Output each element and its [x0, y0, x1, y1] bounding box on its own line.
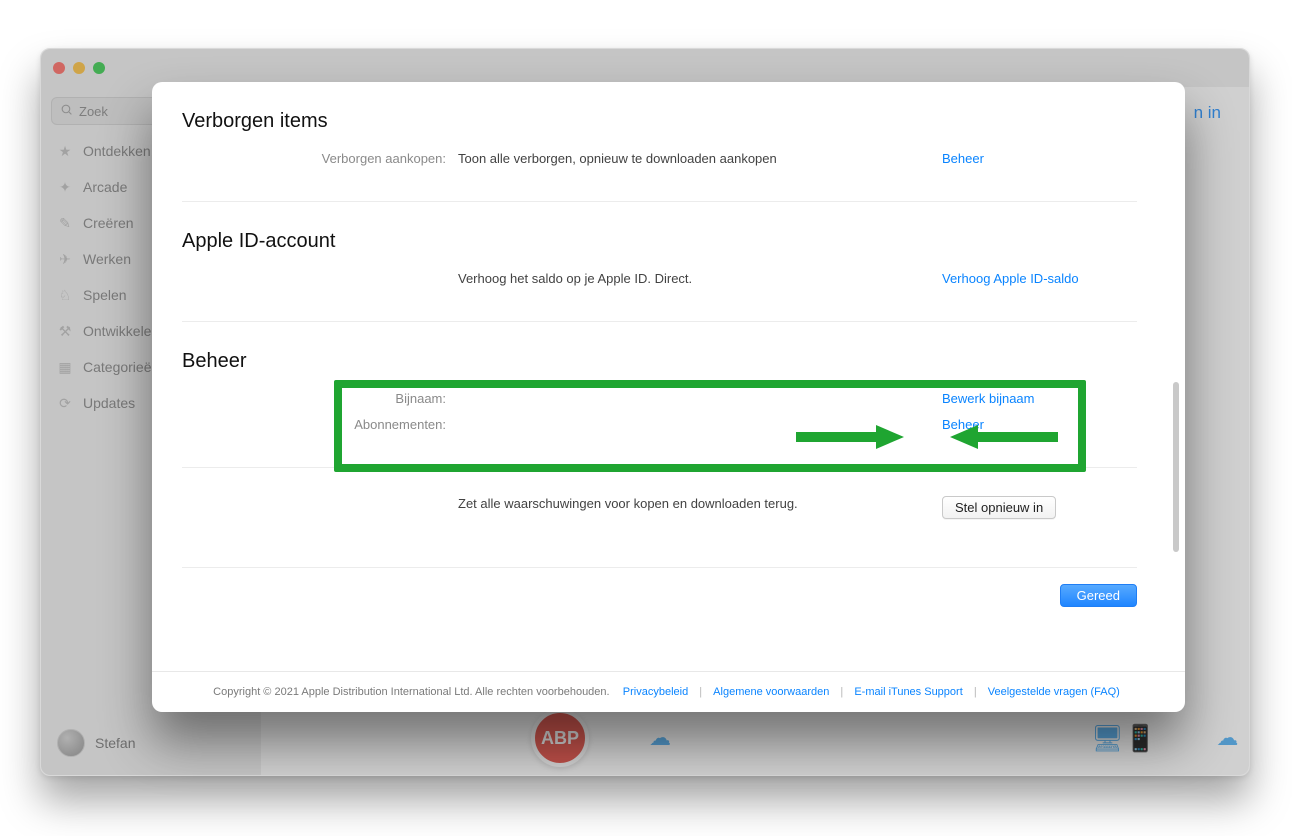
- edit-nickname-link[interactable]: Bewerk bijnaam: [942, 391, 1137, 406]
- row-text: Zet alle waarschuwingen voor kopen en do…: [458, 496, 942, 511]
- reset-warnings-button[interactable]: Stel opnieuw in: [942, 496, 1056, 519]
- done-button[interactable]: Gereed: [1060, 584, 1137, 607]
- sidebar-item-label: Ontdekken: [83, 143, 151, 159]
- copyright-text: Copyright © 2021 Apple Distribution Inte…: [213, 686, 609, 698]
- row-text: Verhoog het saldo op je Apple ID. Direct…: [458, 271, 942, 286]
- search-placeholder: Zoek: [79, 104, 108, 119]
- search-icon: [60, 103, 73, 119]
- row-reset-warnings: Zet alle waarschuwingen voor kopen en do…: [182, 496, 1137, 519]
- cloud-download-icon: ☁: [1216, 725, 1238, 751]
- traffic-lights: [53, 62, 105, 74]
- plane-icon: ✈: [57, 251, 73, 268]
- sidebar-item-label: Arcade: [83, 179, 127, 195]
- arcade-icon: ✦: [57, 179, 73, 196]
- footer-link-faq[interactable]: Veelgestelde vragen (FAQ): [988, 686, 1120, 698]
- update-icon: ⟳: [57, 395, 73, 412]
- profile-name: Stefan: [95, 735, 135, 751]
- row-label: Verborgen aankopen:: [182, 151, 458, 166]
- section-manage: Beheer Bijnaam: Bewerk bijnaam Abonnemen…: [182, 321, 1137, 467]
- row-label: Bijnaam:: [182, 391, 458, 406]
- row-hidden-purchases: Verborgen aankopen: Toon alle verborgen,…: [182, 151, 1137, 173]
- profile[interactable]: Stefan: [51, 723, 251, 763]
- footer-link-privacy[interactable]: Privacybeleid: [623, 686, 688, 698]
- row-apple-id-balance: Verhoog het saldo op je Apple ID. Direct…: [182, 271, 1137, 293]
- sidebar-item-label: Updates: [83, 395, 135, 411]
- account-settings-modal: Verborgen items Verborgen aankopen: Toon…: [152, 82, 1185, 712]
- row-nickname: Bijnaam: Bewerk bijnaam: [182, 391, 1137, 413]
- abp-icon: ABP: [531, 709, 589, 767]
- section-reset-warnings: Zet alle waarschuwingen voor kopen en do…: [182, 467, 1137, 547]
- game-icon: ♘: [57, 287, 73, 304]
- minimize-dot[interactable]: [73, 62, 85, 74]
- section-apple-id: Apple ID-account Verhoog het saldo op je…: [182, 201, 1137, 321]
- sidebar-item-label: Spelen: [83, 287, 127, 303]
- sidebar-item-label: Werken: [83, 251, 131, 267]
- row-text: Toon alle verborgen, opnieuw te download…: [458, 151, 942, 166]
- done-bar: Gereed: [182, 567, 1137, 615]
- section-title: Verborgen items: [182, 110, 1137, 133]
- background-app-thumbnails: ABP ☁ 🖥📱 ☁: [531, 709, 1238, 767]
- avatar: [57, 729, 85, 757]
- grid-icon: ▦: [57, 359, 73, 376]
- login-link[interactable]: n in: [1194, 103, 1221, 123]
- close-dot[interactable]: [53, 62, 65, 74]
- modal-content: Verborgen items Verborgen aankopen: Toon…: [152, 82, 1185, 671]
- row-label: Abonnementen:: [182, 417, 458, 432]
- manage-subscriptions-link[interactable]: Beheer: [942, 417, 1137, 432]
- zoom-dot[interactable]: [93, 62, 105, 74]
- star-icon: ★: [57, 143, 73, 160]
- sidebar-item-label: Creëren: [83, 215, 134, 231]
- footer-link-terms[interactable]: Algemene voorwaarden: [713, 686, 829, 698]
- increase-balance-link[interactable]: Verhoog Apple ID-saldo: [942, 271, 1137, 286]
- section-title: Apple ID-account: [182, 230, 1137, 253]
- manage-hidden-link[interactable]: Beheer: [942, 151, 1137, 166]
- hammer-icon: ⚒: [57, 323, 73, 340]
- devices-icon: 🖥📱: [1091, 723, 1156, 754]
- pencil-icon: ✎: [57, 215, 73, 232]
- section-title: Beheer: [182, 350, 1137, 373]
- row-subscriptions: Abonnementen: Beheer: [182, 417, 1137, 439]
- section-hidden-items: Verborgen items Verborgen aankopen: Toon…: [182, 110, 1137, 201]
- modal-footer: Copyright © 2021 Apple Distribution Inte…: [152, 671, 1185, 712]
- cloud-download-icon: ☁: [649, 725, 671, 751]
- sidebar-item-label: Categorieën: [83, 359, 159, 375]
- scrollbar-thumb[interactable]: [1173, 382, 1179, 552]
- footer-link-support[interactable]: E-mail iTunes Support: [854, 686, 962, 698]
- sidebar-item-label: Ontwikkelen: [83, 323, 159, 339]
